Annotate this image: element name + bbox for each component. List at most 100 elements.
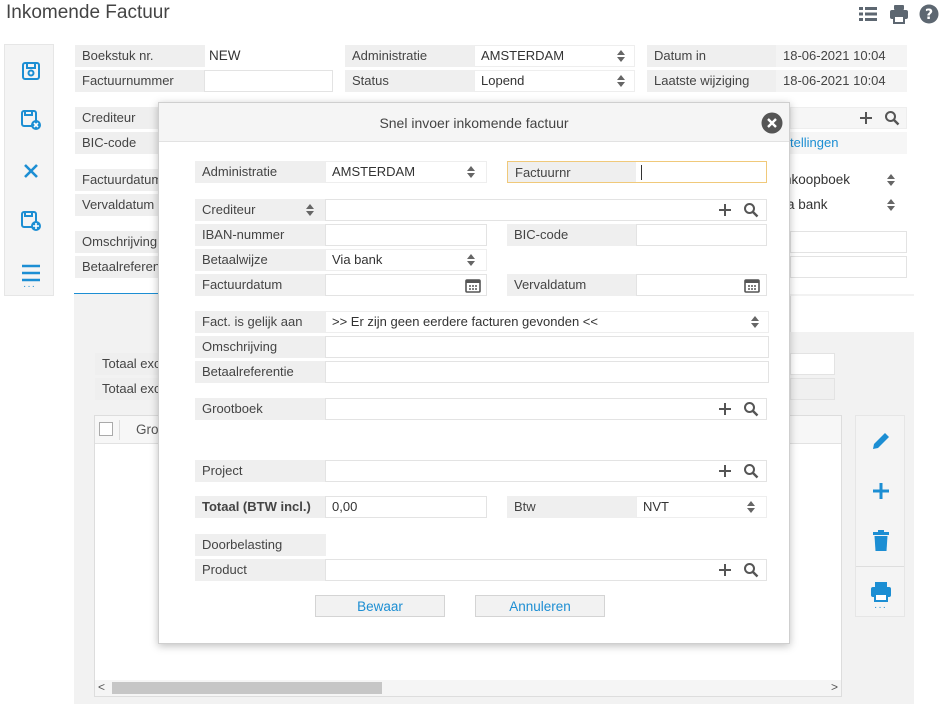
more-dots-icon[interactable]: ··· — [23, 281, 36, 292]
instellingen-link[interactable]: tellingen — [790, 132, 907, 154]
select-arrows-icon — [306, 204, 314, 216]
search-icon[interactable] — [743, 401, 759, 417]
modal-betaalref-label: Betaalreferentie — [195, 361, 326, 383]
totaal-excl-label-2: Totaal exc — [95, 378, 158, 400]
select-arrows-icon — [747, 501, 755, 513]
save-button[interactable]: Bewaar — [315, 595, 445, 617]
modal-btw-label: Btw — [507, 496, 637, 518]
select-arrows-icon — [467, 254, 475, 266]
panel-header-tail — [790, 296, 915, 332]
trash-icon[interactable] — [872, 530, 890, 552]
modal-betaalref-input[interactable] — [325, 361, 769, 383]
betaalwijze-value: ia bank — [784, 197, 828, 212]
grid-action-bar: ··· — [855, 415, 905, 617]
close-icon[interactable] — [20, 160, 42, 182]
save-new-icon[interactable] — [20, 210, 42, 232]
boekstuk-value: NEW — [209, 48, 241, 63]
modal-project-label: Project — [195, 460, 326, 482]
datum-in-value: 18-06-2021 10:04 — [776, 45, 907, 67]
modal-totaal-label: Totaal (BTW incl.) — [195, 496, 326, 518]
modal-grootboek-label: Grootboek — [195, 398, 326, 420]
status-value: Lopend — [481, 73, 525, 88]
help-icon[interactable]: ? — [919, 4, 939, 24]
laatste-wijziging-label: Laatste wijziging — [647, 70, 777, 92]
search-icon[interactable] — [743, 562, 759, 578]
action-sidebar: ··· — [4, 44, 54, 296]
modal-administratie-select[interactable]: AMSTERDAM — [325, 161, 487, 183]
divider — [856, 566, 904, 567]
dialog-close-icon[interactable] — [761, 112, 783, 134]
select-arrows-icon — [887, 174, 895, 186]
boek-value: nkoopboek — [784, 172, 851, 187]
modal-factuurnr-label: Factuurnr — [507, 161, 637, 183]
administratie-select[interactable]: AMSTERDAM — [474, 45, 635, 67]
modal-totaal-input[interactable]: 0,00 — [325, 496, 487, 518]
modal-bic-label: BIC-code — [507, 224, 637, 246]
plus-icon[interactable] — [858, 110, 874, 126]
scrollbar-thumb[interactable] — [112, 682, 382, 694]
totaal-tail-2 — [790, 378, 835, 400]
modal-fact-gelijk-select[interactable]: >> Er zijn geen eerdere facturen gevonde… — [325, 311, 769, 333]
modal-bic-input[interactable] — [636, 224, 767, 246]
cancel-button[interactable]: Annuleren — [475, 595, 605, 617]
modal-crediteur-input[interactable] — [325, 199, 767, 221]
modal-doorbelasting-label: Doorbelasting — [195, 534, 326, 556]
plus-icon[interactable] — [717, 401, 733, 417]
calendar-icon[interactable] — [465, 277, 481, 293]
modal-grootboek-input[interactable] — [325, 398, 767, 420]
modal-project-input[interactable] — [325, 460, 767, 482]
modal-iban-input[interactable] — [325, 224, 487, 246]
datum-in-label: Datum in — [647, 45, 777, 67]
save-icon[interactable] — [20, 60, 42, 82]
factuurnummer-input[interactable] — [204, 70, 333, 92]
plus-icon[interactable] — [717, 562, 733, 578]
dialog-title: Snel invoer inkomende factuur — [379, 115, 569, 131]
modal-factuurdatum-input[interactable] — [325, 274, 487, 296]
totaal-tail-1 — [790, 353, 835, 375]
search-icon[interactable] — [743, 202, 759, 218]
grid-col-header: Gro — [136, 422, 159, 437]
grid-icon[interactable] — [858, 4, 878, 24]
modal-product-input[interactable] — [325, 559, 767, 581]
modal-fact-gelijk-value: >> Er zijn geen eerdere facturen gevonde… — [332, 314, 598, 329]
modal-btw-value: NVT — [643, 499, 669, 514]
more-dots-icon[interactable]: ··· — [874, 602, 887, 613]
calendar-icon[interactable] — [744, 277, 760, 293]
quick-entry-dialog: Snel invoer inkomende factuur Administra… — [158, 102, 790, 644]
modal-factuurdatum-label: Factuurdatum — [195, 274, 326, 296]
scroll-left-icon[interactable]: < — [98, 680, 105, 694]
page-title: Inkomende Factuur — [6, 2, 170, 23]
laatste-wijziging-value: 18-06-2021 10:04 — [776, 70, 907, 92]
plus-icon[interactable] — [717, 202, 733, 218]
select-arrows-icon — [617, 50, 625, 62]
grid-col-divider — [119, 420, 120, 440]
modal-betaalwijze-value: Via bank — [332, 252, 383, 267]
search-icon[interactable] — [743, 463, 759, 479]
factuurnummer-label: Factuurnummer — [75, 70, 205, 92]
administratie-value: AMSTERDAM — [481, 48, 565, 63]
select-arrows-icon — [617, 75, 625, 87]
status-select[interactable]: Lopend — [474, 70, 635, 92]
scroll-right-icon[interactable]: > — [831, 680, 838, 694]
status-label: Status — [345, 70, 475, 92]
modal-omschrijving-label: Omschrijving — [195, 336, 326, 358]
modal-administratie-value: AMSTERDAM — [332, 164, 416, 179]
add-line-icon[interactable] — [871, 481, 891, 501]
select-arrows-icon — [887, 199, 895, 211]
search-icon[interactable] — [884, 110, 900, 126]
modal-vervaldatum-label: Vervaldatum — [507, 274, 637, 296]
edit-pencil-icon[interactable] — [870, 430, 892, 452]
plus-icon[interactable] — [717, 463, 733, 479]
modal-iban-label: IBAN-nummer — [195, 224, 326, 246]
modal-factuurnr-input[interactable] — [636, 161, 767, 183]
modal-fact-gelijk-label: Fact. is gelijk aan — [195, 311, 326, 333]
modal-omschrijving-input[interactable] — [325, 336, 769, 358]
print-icon[interactable] — [889, 4, 909, 24]
modal-product-label: Product — [195, 559, 326, 581]
save-close-icon[interactable] — [20, 109, 42, 131]
select-all-checkbox[interactable] — [99, 422, 113, 436]
print-line-icon[interactable] — [870, 582, 892, 602]
modal-betaalwijze-select[interactable]: Via bank — [325, 249, 487, 271]
administratie-label: Administratie — [345, 45, 475, 67]
omschrijving-tail — [790, 231, 907, 253]
